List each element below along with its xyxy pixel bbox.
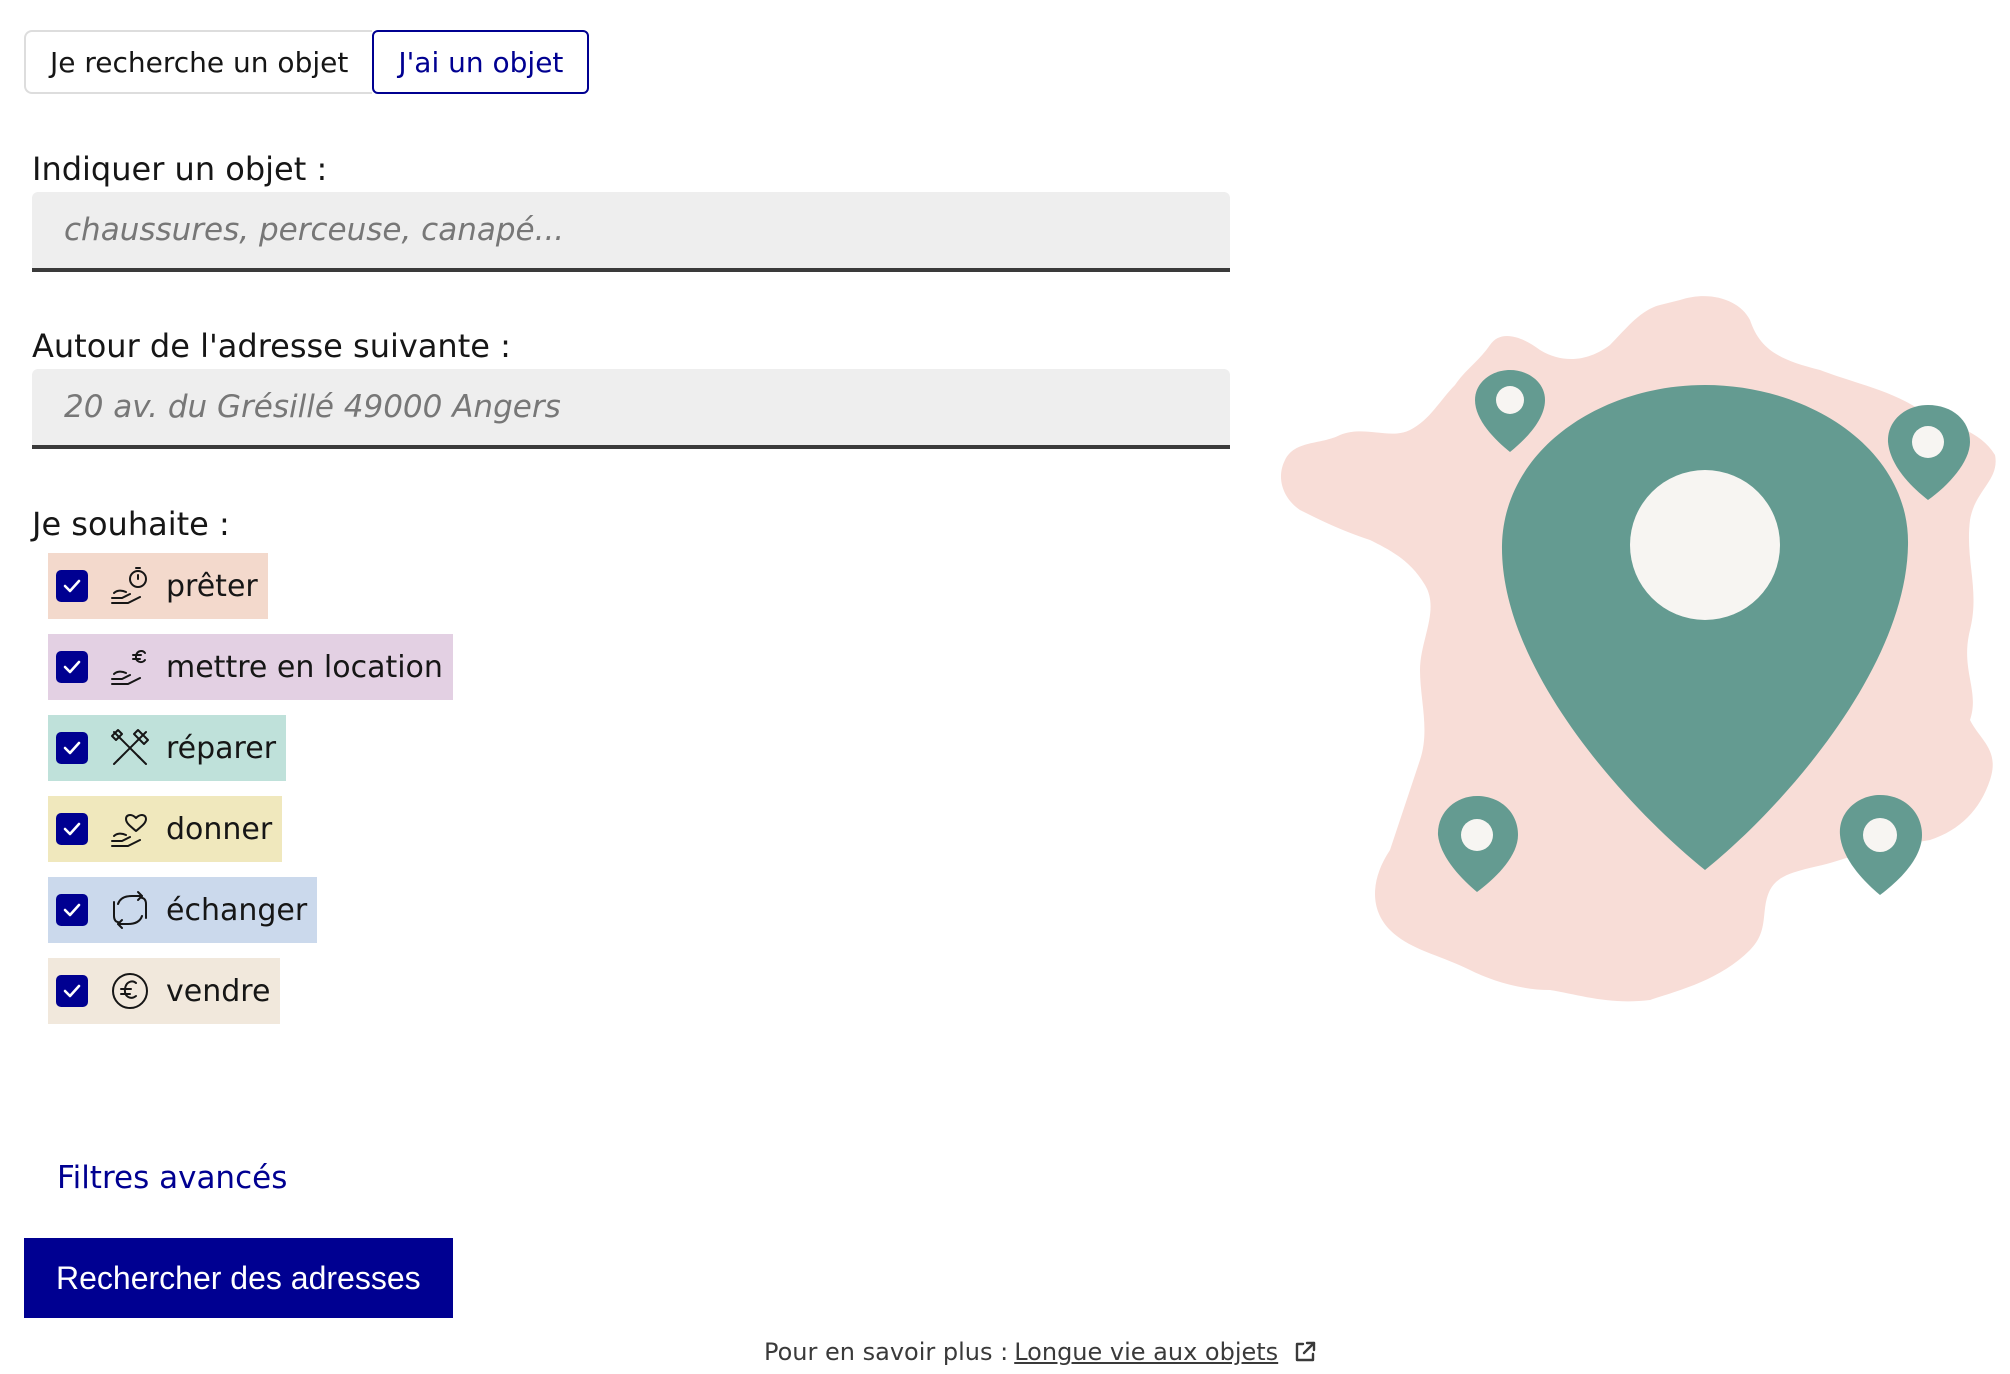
option-exchange[interactable]: échanger: [48, 877, 318, 943]
mode-tabs: Je recherche un objet J'ai un objet: [24, 30, 590, 94]
address-input[interactable]: [32, 369, 1230, 449]
checkbox-rent[interactable]: [56, 651, 88, 683]
action-options: prêter mettre en location réparer donner…: [48, 553, 453, 1039]
option-lend-label: prêter: [166, 568, 258, 604]
rent-euro-icon: [108, 645, 152, 689]
footer-link[interactable]: Longue vie aux objets: [1014, 1338, 1318, 1366]
footer-link-label: Longue vie aux objets: [1014, 1338, 1279, 1366]
footer-info: Pour en savoir plus : Longue vie aux obj…: [764, 1338, 1318, 1366]
option-repair[interactable]: réparer: [48, 715, 287, 781]
tab-have-object[interactable]: J'ai un objet: [372, 30, 590, 94]
tab-search-object[interactable]: Je recherche un objet: [24, 30, 373, 94]
checkbox-sell[interactable]: [56, 975, 88, 1007]
euro-coin-icon: [108, 969, 152, 1013]
checkbox-repair[interactable]: [56, 732, 88, 764]
checkbox-lend[interactable]: [56, 570, 88, 602]
wish-label: Je souhaite :: [32, 505, 230, 543]
repair-tools-icon: [108, 726, 152, 770]
pin-bottom-right-icon: [1839, 795, 1922, 895]
option-sell[interactable]: vendre: [48, 958, 281, 1024]
lend-clock-icon: [108, 564, 152, 608]
object-field-label: Indiquer un objet :: [32, 150, 328, 188]
option-give-label: donner: [166, 811, 273, 847]
checkbox-exchange[interactable]: [56, 894, 88, 926]
option-exchange-label: échanger: [166, 892, 308, 928]
option-rent[interactable]: mettre en location: [48, 634, 453, 700]
address-field-label: Autour de l'adresse suivante :: [32, 327, 511, 365]
advanced-filters-link[interactable]: Filtres avancés: [57, 1160, 287, 1196]
object-input[interactable]: [32, 192, 1230, 272]
external-link-icon: [1292, 1339, 1318, 1365]
option-lend[interactable]: prêter: [48, 553, 268, 619]
option-rent-label: mettre en location: [166, 649, 443, 685]
option-sell-label: vendre: [166, 973, 271, 1009]
exchange-arrows-icon: [108, 888, 152, 932]
give-heart-icon: [108, 807, 152, 851]
option-give[interactable]: donner: [48, 796, 283, 862]
option-repair-label: réparer: [166, 730, 277, 766]
search-addresses-button[interactable]: Rechercher des adresses: [24, 1238, 453, 1318]
france-map-illustration: [1280, 290, 2000, 1020]
checkbox-give[interactable]: [56, 813, 88, 845]
footer-prefix: Pour en savoir plus :: [764, 1338, 1009, 1366]
